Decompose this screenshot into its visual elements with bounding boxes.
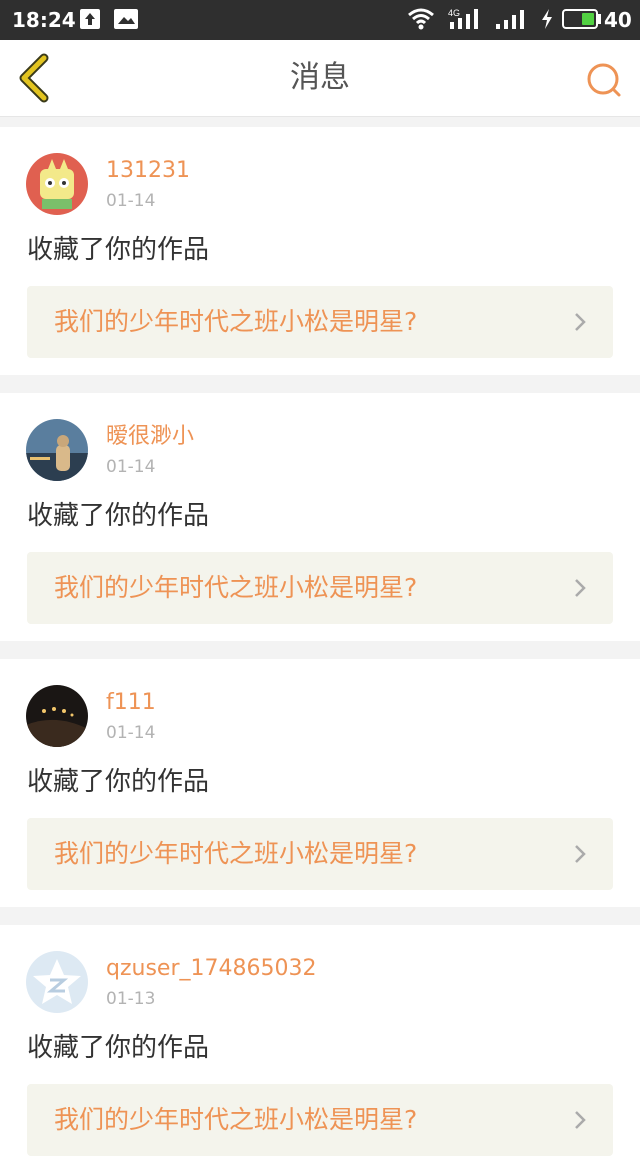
avatar[interactable] bbox=[26, 685, 88, 747]
photo-avatar-icon bbox=[26, 419, 88, 481]
avatar[interactable] bbox=[26, 419, 88, 481]
battery-tip bbox=[598, 14, 601, 24]
message-card: f111 01-14 收藏了你的作品 我们的少年时代之班小松是明星? bbox=[0, 659, 640, 907]
work-link[interactable]: 我们的少年时代之班小松是明星? bbox=[27, 552, 613, 624]
network-type-label: 4G bbox=[448, 8, 460, 18]
work-title: 我们的少年时代之班小松是明星? bbox=[54, 307, 418, 336]
upload-notification-icon bbox=[80, 9, 100, 29]
message-date: 01-14 bbox=[106, 191, 156, 211]
avatar[interactable] bbox=[26, 153, 88, 215]
status-time: 18:24 bbox=[12, 8, 76, 32]
message-action-text: 收藏了你的作品 bbox=[27, 767, 210, 797]
chevron-right-icon bbox=[575, 845, 586, 863]
cartoon-avatar-icon bbox=[26, 153, 88, 215]
message-card: 131231 01-14 收藏了你的作品 我们的少年时代之班小松是明星? bbox=[0, 127, 640, 375]
work-title: 我们的少年时代之班小松是明星? bbox=[54, 839, 418, 868]
status-bar: 18:24 4G 40 bbox=[0, 0, 640, 40]
charging-icon bbox=[540, 8, 554, 34]
chevron-right-icon bbox=[575, 579, 586, 597]
message-date: 01-13 bbox=[106, 989, 156, 1009]
chevron-right-icon bbox=[575, 313, 586, 331]
page-title: 消息 bbox=[290, 60, 350, 95]
cellular-signal-icon-2 bbox=[494, 6, 530, 36]
work-title: 我们的少年时代之班小松是明星? bbox=[54, 573, 418, 602]
message-date: 01-14 bbox=[106, 723, 156, 743]
username[interactable]: 暧很渺小 bbox=[106, 423, 194, 451]
battery-level: 40 bbox=[604, 8, 632, 32]
message-action-text: 收藏了你的作品 bbox=[27, 501, 210, 531]
battery-fill bbox=[582, 13, 594, 25]
work-link[interactable]: 我们的少年时代之班小松是明星? bbox=[27, 1084, 613, 1156]
message-card: 暧很渺小 01-14 收藏了你的作品 我们的少年时代之班小松是明星? bbox=[0, 393, 640, 641]
search-button[interactable] bbox=[582, 58, 626, 102]
avatar[interactable] bbox=[26, 951, 88, 1013]
battery-icon bbox=[562, 9, 598, 29]
default-star-avatar-icon bbox=[26, 951, 88, 1013]
message-date: 01-14 bbox=[106, 457, 156, 477]
wifi-icon bbox=[406, 6, 436, 36]
header-bar: 消息 bbox=[0, 40, 640, 117]
work-link[interactable]: 我们的少年时代之班小松是明星? bbox=[27, 286, 613, 358]
username[interactable]: 131231 bbox=[106, 157, 190, 185]
work-link[interactable]: 我们的少年时代之班小松是明星? bbox=[27, 818, 613, 890]
message-card: qzuser_174865032 01-13 收藏了你的作品 我们的少年时代之班… bbox=[0, 925, 640, 1173]
username[interactable]: f111 bbox=[106, 689, 156, 717]
username[interactable]: qzuser_174865032 bbox=[106, 955, 316, 983]
search-icon bbox=[587, 63, 621, 97]
cellular-signal-icon: 4G bbox=[446, 6, 484, 36]
image-notification-icon bbox=[114, 9, 138, 29]
message-action-text: 收藏了你的作品 bbox=[27, 235, 210, 265]
work-title: 我们的少年时代之班小松是明星? bbox=[54, 1105, 418, 1134]
chevron-right-icon bbox=[575, 1111, 586, 1129]
message-action-text: 收藏了你的作品 bbox=[27, 1033, 210, 1063]
photo-avatar-icon bbox=[26, 685, 88, 747]
